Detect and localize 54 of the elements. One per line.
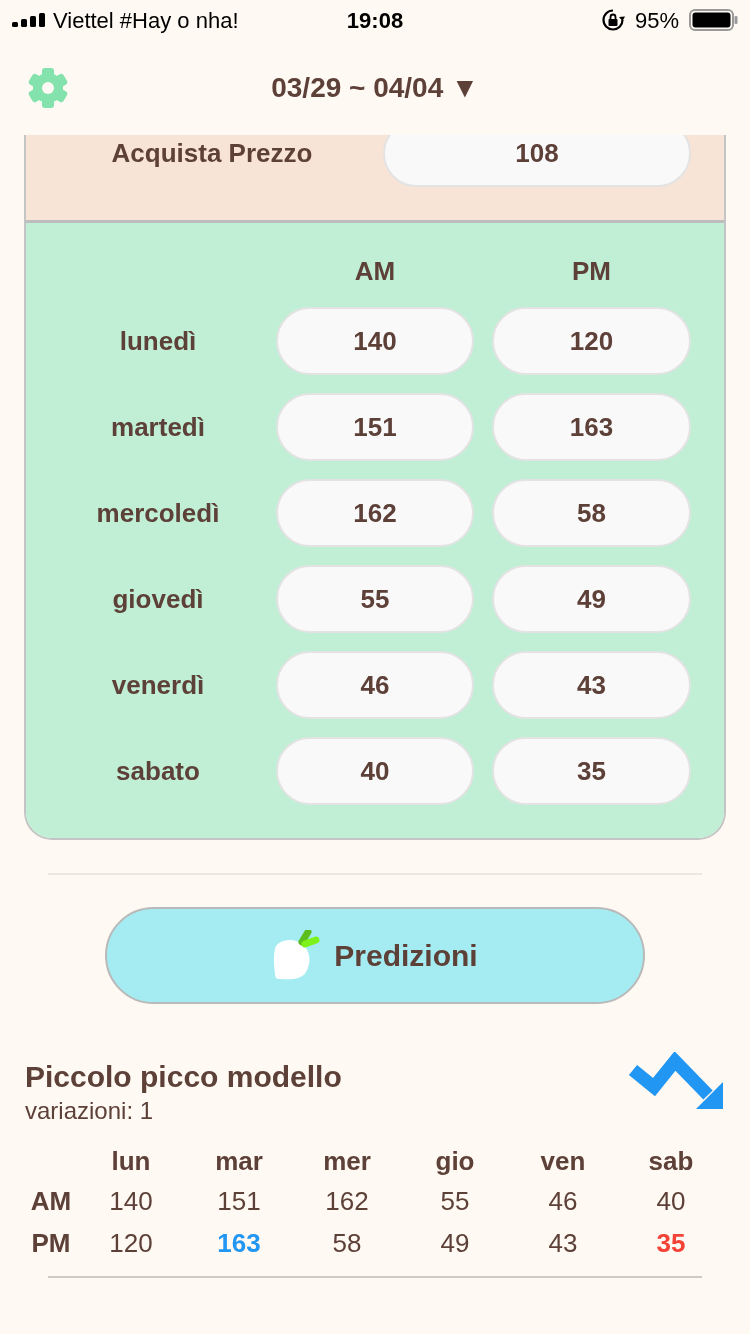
row-header: AM xyxy=(29,1185,73,1218)
column-header: gio xyxy=(434,1145,476,1178)
battery-percent: 95% xyxy=(634,6,679,35)
price-input[interactable]: 55 xyxy=(276,565,474,633)
price-input[interactable]: 46 xyxy=(276,651,474,719)
column-header: mar xyxy=(214,1145,264,1178)
trend-down-icon xyxy=(628,1052,724,1110)
table-cell-text: 151 xyxy=(216,1185,262,1218)
status-time: 19:08 xyxy=(346,6,404,35)
table-cell-text: 40 xyxy=(655,1185,687,1218)
table-cell-text: 55 xyxy=(439,1185,471,1218)
column-header: ven xyxy=(539,1145,587,1178)
price-input[interactable]: 120 xyxy=(492,307,691,375)
carrier-name: Viettel #Hay o nha! xyxy=(53,6,239,35)
column-header: PM xyxy=(571,255,612,288)
day-label: giovedì xyxy=(111,582,205,616)
price-input[interactable]: 58 xyxy=(492,479,691,547)
day-label: lunedì xyxy=(118,324,198,358)
signal-icon xyxy=(12,13,46,27)
table-cell-text: 35 xyxy=(655,1227,687,1260)
column-header: lun xyxy=(110,1145,152,1178)
rotation-lock-icon xyxy=(600,8,625,32)
price-input[interactable]: 49 xyxy=(492,565,691,633)
battery-icon xyxy=(689,9,738,31)
purchase-price-input[interactable]: 108 xyxy=(383,135,691,187)
settings-icon[interactable] xyxy=(27,66,69,109)
price-input[interactable]: 35 xyxy=(492,737,691,805)
day-label: sabato xyxy=(115,754,201,788)
price-input[interactable]: 162 xyxy=(276,479,474,547)
table-cell-text: 46 xyxy=(547,1185,579,1218)
price-input[interactable]: 140 xyxy=(276,307,474,375)
table-cell-text: 58 xyxy=(331,1227,363,1260)
predictions-button[interactable]: Predizioni xyxy=(105,907,645,1004)
price-input[interactable]: 151 xyxy=(276,393,474,461)
pattern-title: Piccolo picco modello xyxy=(25,1059,342,1095)
table-cell-text: 43 xyxy=(547,1227,579,1260)
purchase-price-label: Acquista Prezzo xyxy=(110,137,314,170)
price-input[interactable]: 43 xyxy=(492,651,691,719)
table-cell-text: 163 xyxy=(216,1227,262,1260)
column-header: AM xyxy=(353,255,397,288)
variations-count: variazioni: 1 xyxy=(25,1096,155,1126)
column-header: sab xyxy=(647,1145,695,1178)
price-input[interactable]: 40 xyxy=(276,737,474,805)
column-header: mer xyxy=(322,1145,372,1178)
day-label: venerdì xyxy=(110,668,206,702)
table-cell-text: 162 xyxy=(324,1185,370,1218)
day-label: martedì xyxy=(110,410,206,444)
table-cell-text: 140 xyxy=(108,1185,154,1218)
row-header: PM xyxy=(30,1227,72,1260)
table-cell-text: 120 xyxy=(108,1227,154,1260)
day-label: mercoledì xyxy=(95,496,221,530)
price-input[interactable]: 163 xyxy=(492,393,691,461)
table-cell-text: 49 xyxy=(439,1227,471,1260)
date-range-dropdown[interactable]: 03/29 ~ 04/04 ▼ xyxy=(271,66,479,109)
